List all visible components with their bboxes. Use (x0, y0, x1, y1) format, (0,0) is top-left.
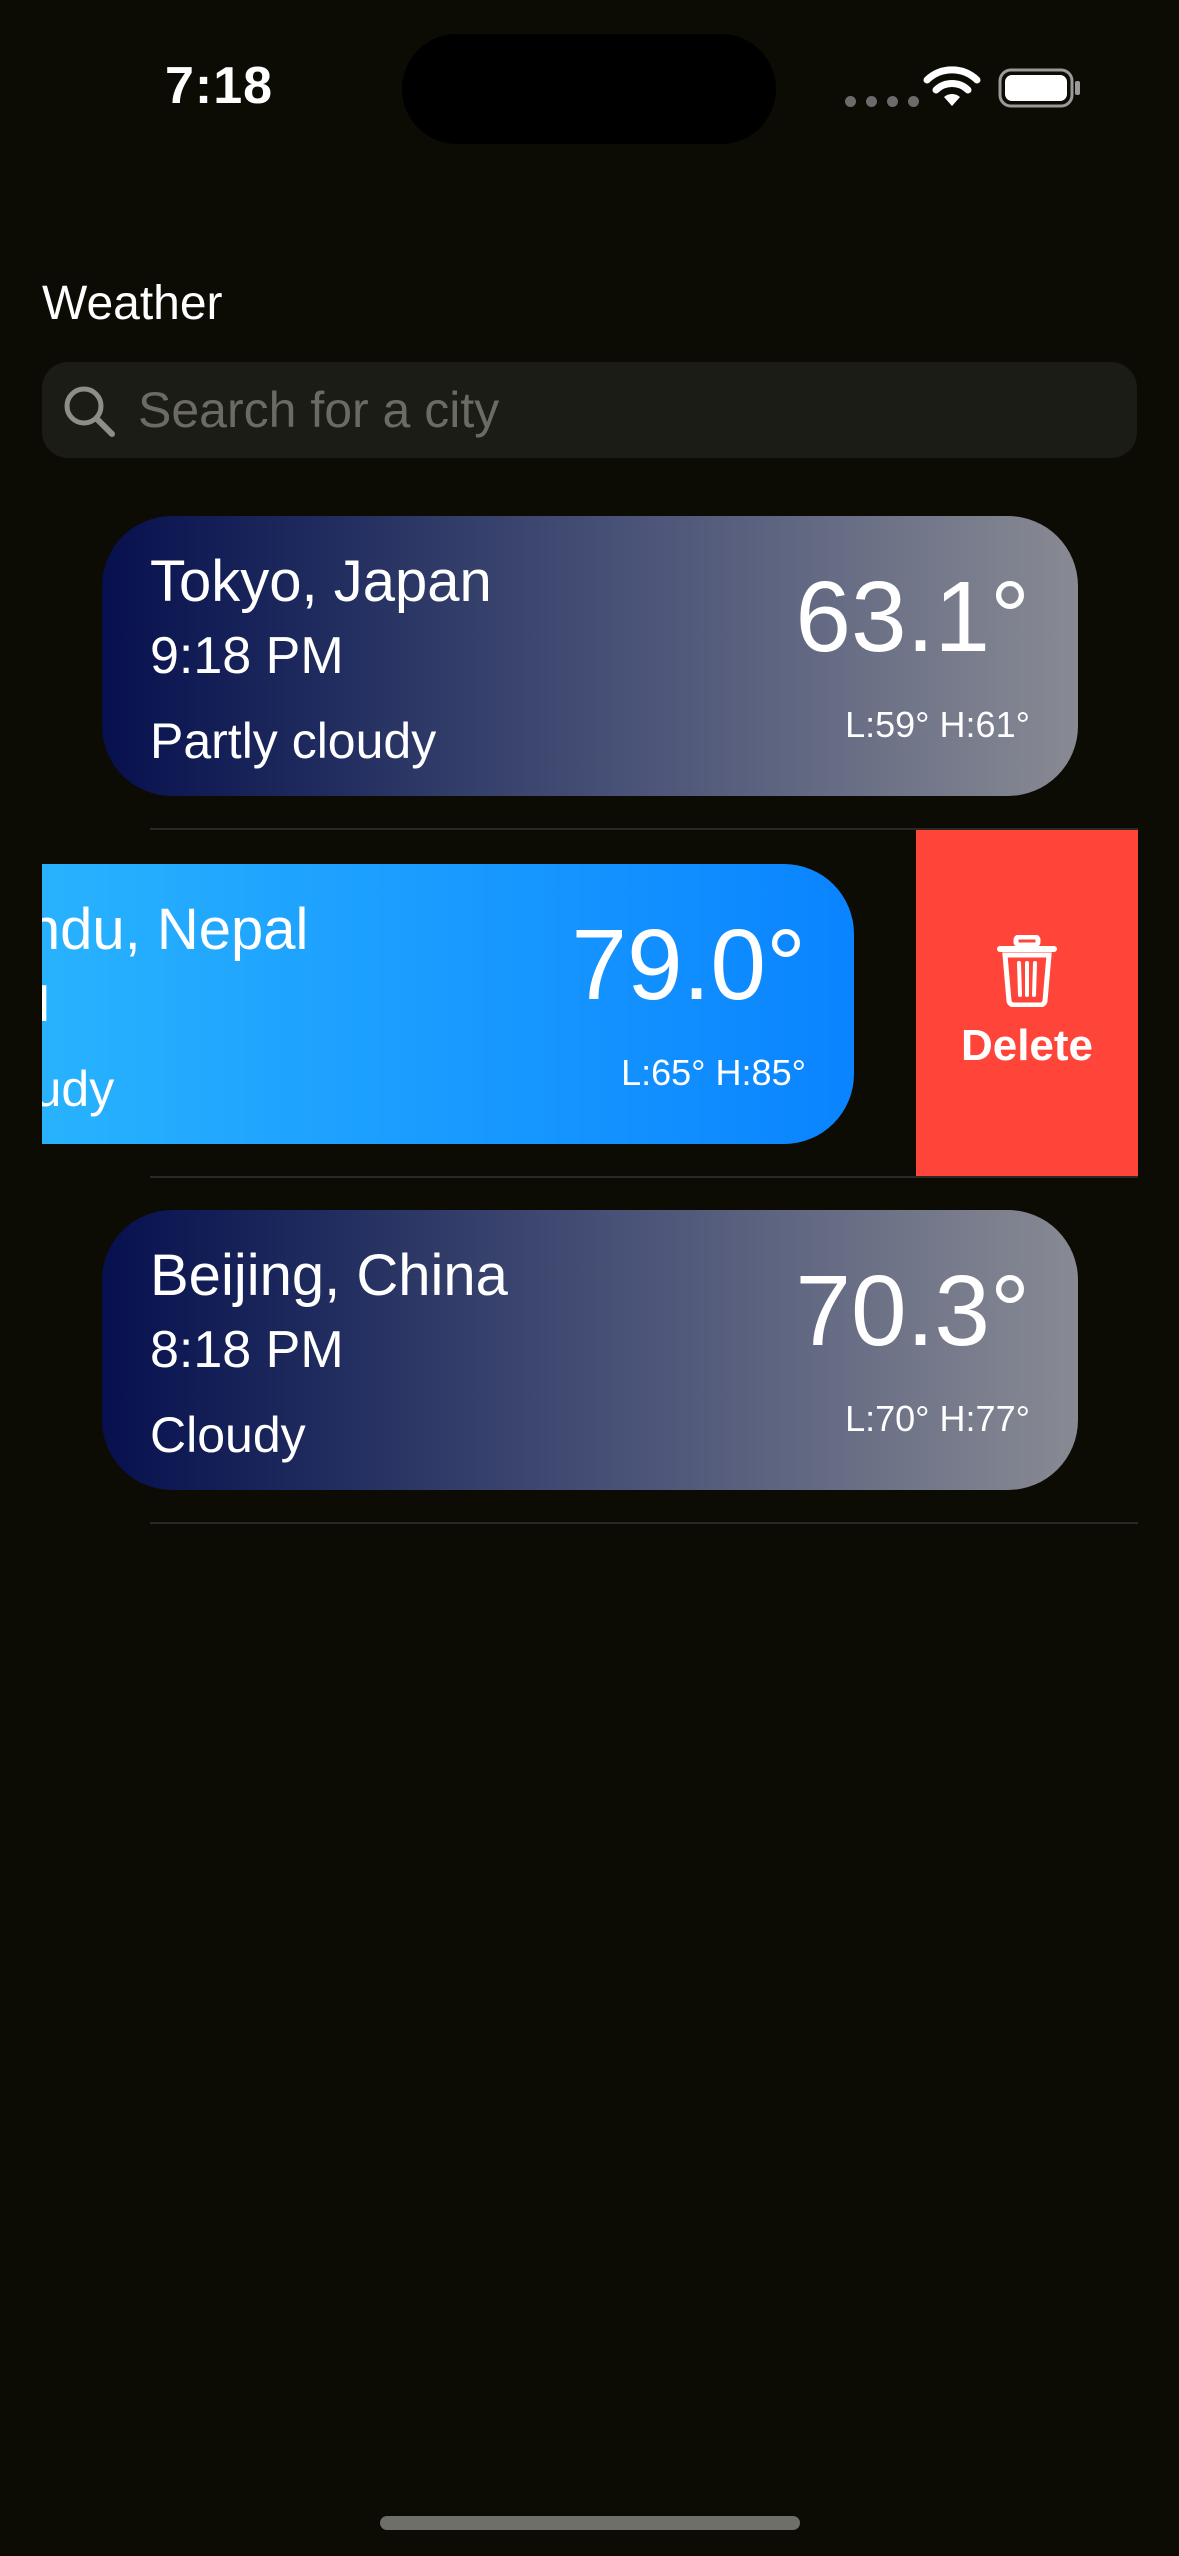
city-name: Kathmandu, Nepal (0, 897, 309, 962)
city-low-high: L:70° H:77° (845, 1398, 1030, 1439)
row-separator (150, 1522, 1138, 1524)
search-bar[interactable] (42, 362, 1137, 458)
city-local-time: 8:18 PM (150, 1321, 344, 1379)
trash-icon (997, 935, 1057, 1007)
delete-label: Delete (960, 1021, 1094, 1070)
city-condition: Cloudy (150, 1407, 306, 1463)
home-indicator[interactable] (380, 2516, 800, 2530)
weather-screen: 7:18 Weather Tokyo, Japan 9:18 PM Partly… (0, 0, 1179, 2556)
wifi-icon (923, 66, 981, 106)
status-time: 7:18 (165, 57, 274, 115)
battery-icon (998, 68, 1080, 108)
delete-button[interactable]: Delete (916, 830, 1138, 1176)
city-temperature: 70.3° (795, 1255, 1030, 1367)
cellular-signal-icon (845, 96, 919, 107)
city-local-time: 9:18 PM (150, 627, 344, 685)
city-low-high: L:59° H:61° (845, 704, 1030, 745)
city-card-tokyo[interactable]: Tokyo, Japan 9:18 PM Partly cloudy 63.1°… (102, 516, 1078, 796)
search-icon (64, 386, 115, 437)
list-edge-mask (0, 860, 42, 1150)
city-low-high: L:65° H:85° (621, 1052, 806, 1093)
city-temperature: 63.1° (795, 561, 1030, 673)
search-input[interactable] (138, 362, 1098, 458)
page-title: Weather (42, 277, 223, 330)
city-temperature: 79.0° (571, 909, 806, 1021)
city-name: Tokyo, Japan (150, 549, 492, 614)
city-card-beijing[interactable]: Beijing, China 8:18 PM Cloudy 70.3° L:70… (102, 1210, 1078, 1490)
row-separator (150, 1176, 1138, 1178)
city-name: Beijing, China (150, 1243, 508, 1308)
city-condition: Partly cloudy (150, 713, 437, 769)
dynamic-island (402, 34, 776, 144)
city-card-kathmandu[interactable]: Kathmandu, Nepal 10:03 PM Partly cloudy … (0, 864, 854, 1144)
